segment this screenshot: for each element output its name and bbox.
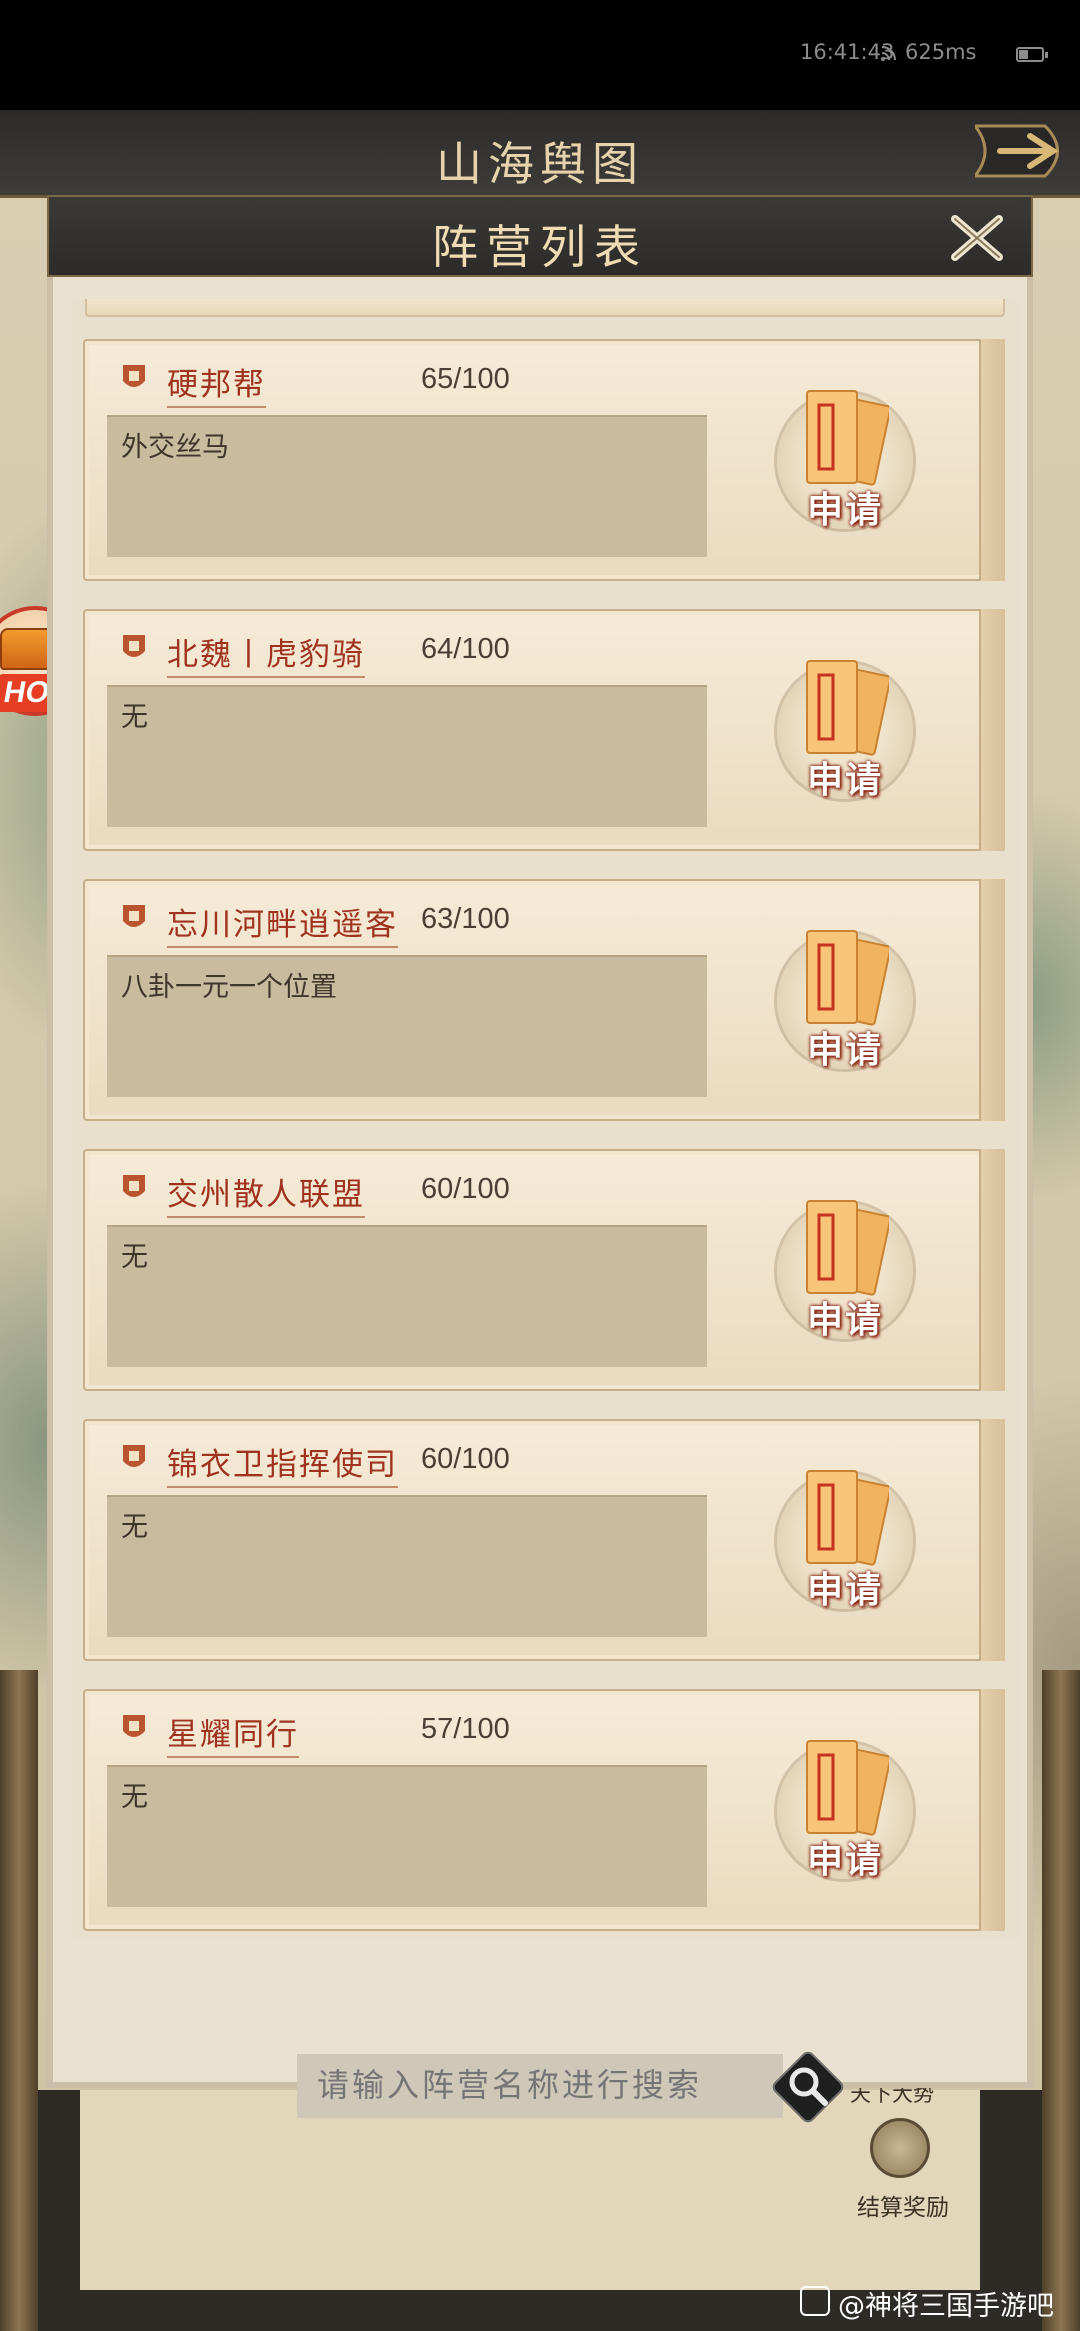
apply-label: 申请 bbox=[806, 1839, 883, 1881]
camp-card: 星耀同行 57/100 无 申请 bbox=[83, 1689, 1005, 1931]
search-input[interactable] bbox=[317, 2066, 777, 2104]
map-title: 山海舆图 bbox=[436, 137, 644, 191]
apply-label: 申请 bbox=[806, 1569, 883, 1611]
camp-description-box: 无 bbox=[107, 1225, 707, 1367]
search-button[interactable] bbox=[763, 2042, 853, 2132]
settle-reward-label[interactable]: 结算奖励 bbox=[848, 2188, 958, 2222]
camp-card: 硬邦帮 65/100 外交丝马 申请 bbox=[83, 339, 1005, 581]
camp-member-count: 60/100 bbox=[421, 1443, 510, 1475]
close-button[interactable] bbox=[945, 209, 1009, 267]
apply-button[interactable]: 申请 bbox=[765, 921, 925, 1081]
camp-description: 无 bbox=[121, 1512, 148, 1543]
camp-member-count: 63/100 bbox=[421, 903, 510, 935]
camp-name: 星耀同行 bbox=[167, 1709, 299, 1758]
shield-icon bbox=[123, 635, 145, 657]
apply-label: 申请 bbox=[806, 759, 883, 801]
apply-button[interactable]: 申请 bbox=[765, 1461, 925, 1621]
camp-member-count: 60/100 bbox=[421, 1173, 510, 1205]
settle-reward-icon[interactable] bbox=[870, 2118, 930, 2178]
status-bar: 16:41:43 625ms bbox=[0, 0, 1080, 110]
apply-button[interactable]: 申请 bbox=[765, 1191, 925, 1351]
camp-card: 忘川河畔逍遥客 63/100 八卦一元一个位置 申请 bbox=[83, 879, 1005, 1121]
camp-description-box: 无 bbox=[107, 1765, 707, 1907]
shield-icon bbox=[123, 1445, 145, 1467]
shield-icon bbox=[123, 1175, 145, 1197]
apply-label: 申请 bbox=[806, 1029, 883, 1071]
signal-icon bbox=[881, 46, 896, 61]
status-ping: 625ms bbox=[905, 40, 977, 64]
search-box bbox=[297, 2054, 783, 2118]
camp-description: 无 bbox=[121, 702, 148, 733]
tieba-logo-icon bbox=[800, 2286, 830, 2316]
camp-member-count: 57/100 bbox=[421, 1713, 510, 1745]
apply-label: 申请 bbox=[806, 489, 883, 531]
camp-description-box: 八卦一元一个位置 bbox=[107, 955, 707, 1097]
map-title-bar: 山海舆图 bbox=[0, 110, 1080, 198]
apply-button[interactable]: 申请 bbox=[765, 1731, 925, 1891]
camp-list-dialog: 阵营列表 硬邦帮 65/100 外交丝马 申请 北魏丨虎豹骑 64/100 无 … bbox=[47, 195, 1033, 2123]
camp-card: 交州散人联盟 60/100 无 申请 bbox=[83, 1149, 1005, 1391]
camp-description: 无 bbox=[121, 1782, 148, 1813]
dialog-header: 阵营列表 bbox=[47, 195, 1033, 277]
camp-name: 忘川河畔逍遥客 bbox=[167, 899, 398, 948]
camp-list[interactable]: 硬邦帮 65/100 外交丝马 申请 北魏丨虎豹骑 64/100 无 申请 忘川… bbox=[71, 299, 1021, 1939]
camp-member-count: 65/100 bbox=[421, 363, 510, 395]
battery-icon bbox=[1016, 47, 1048, 62]
camp-card: 北魏丨虎豹骑 64/100 无 申请 bbox=[83, 609, 1005, 851]
camp-name: 硬邦帮 bbox=[167, 359, 266, 408]
camp-description: 外交丝马 bbox=[121, 432, 229, 463]
apply-button[interactable]: 申请 bbox=[765, 651, 925, 811]
list-top-edge bbox=[85, 299, 1005, 317]
dialog-body: 硬邦帮 65/100 外交丝马 申请 北魏丨虎豹骑 64/100 无 申请 忘川… bbox=[47, 277, 1033, 2123]
shield-icon bbox=[123, 1715, 145, 1737]
camp-description-box: 外交丝马 bbox=[107, 415, 707, 557]
camp-name: 交州散人联盟 bbox=[167, 1169, 365, 1218]
camp-card: 锦衣卫指挥使司 60/100 无 申请 bbox=[83, 1419, 1005, 1661]
camp-description: 八卦一元一个位置 bbox=[121, 972, 337, 1003]
apply-button[interactable]: 申请 bbox=[765, 381, 925, 541]
camp-name: 锦衣卫指挥使司 bbox=[167, 1439, 398, 1488]
camp-description-box: 无 bbox=[107, 685, 707, 827]
pillar-right bbox=[1042, 1670, 1080, 2331]
dialog-title: 阵营列表 bbox=[432, 220, 648, 274]
apply-label: 申请 bbox=[806, 1299, 883, 1341]
next-arrow-button[interactable] bbox=[975, 118, 1075, 184]
camp-description: 无 bbox=[121, 1242, 148, 1273]
camp-name: 北魏丨虎豹骑 bbox=[167, 629, 365, 678]
camp-description-box: 无 bbox=[107, 1495, 707, 1637]
watermark-text: @神将三国手游吧 bbox=[838, 2291, 1054, 2322]
pillar-left bbox=[0, 1670, 38, 2331]
camp-member-count: 64/100 bbox=[421, 633, 510, 665]
shield-icon bbox=[123, 365, 145, 387]
shield-icon bbox=[123, 905, 145, 927]
